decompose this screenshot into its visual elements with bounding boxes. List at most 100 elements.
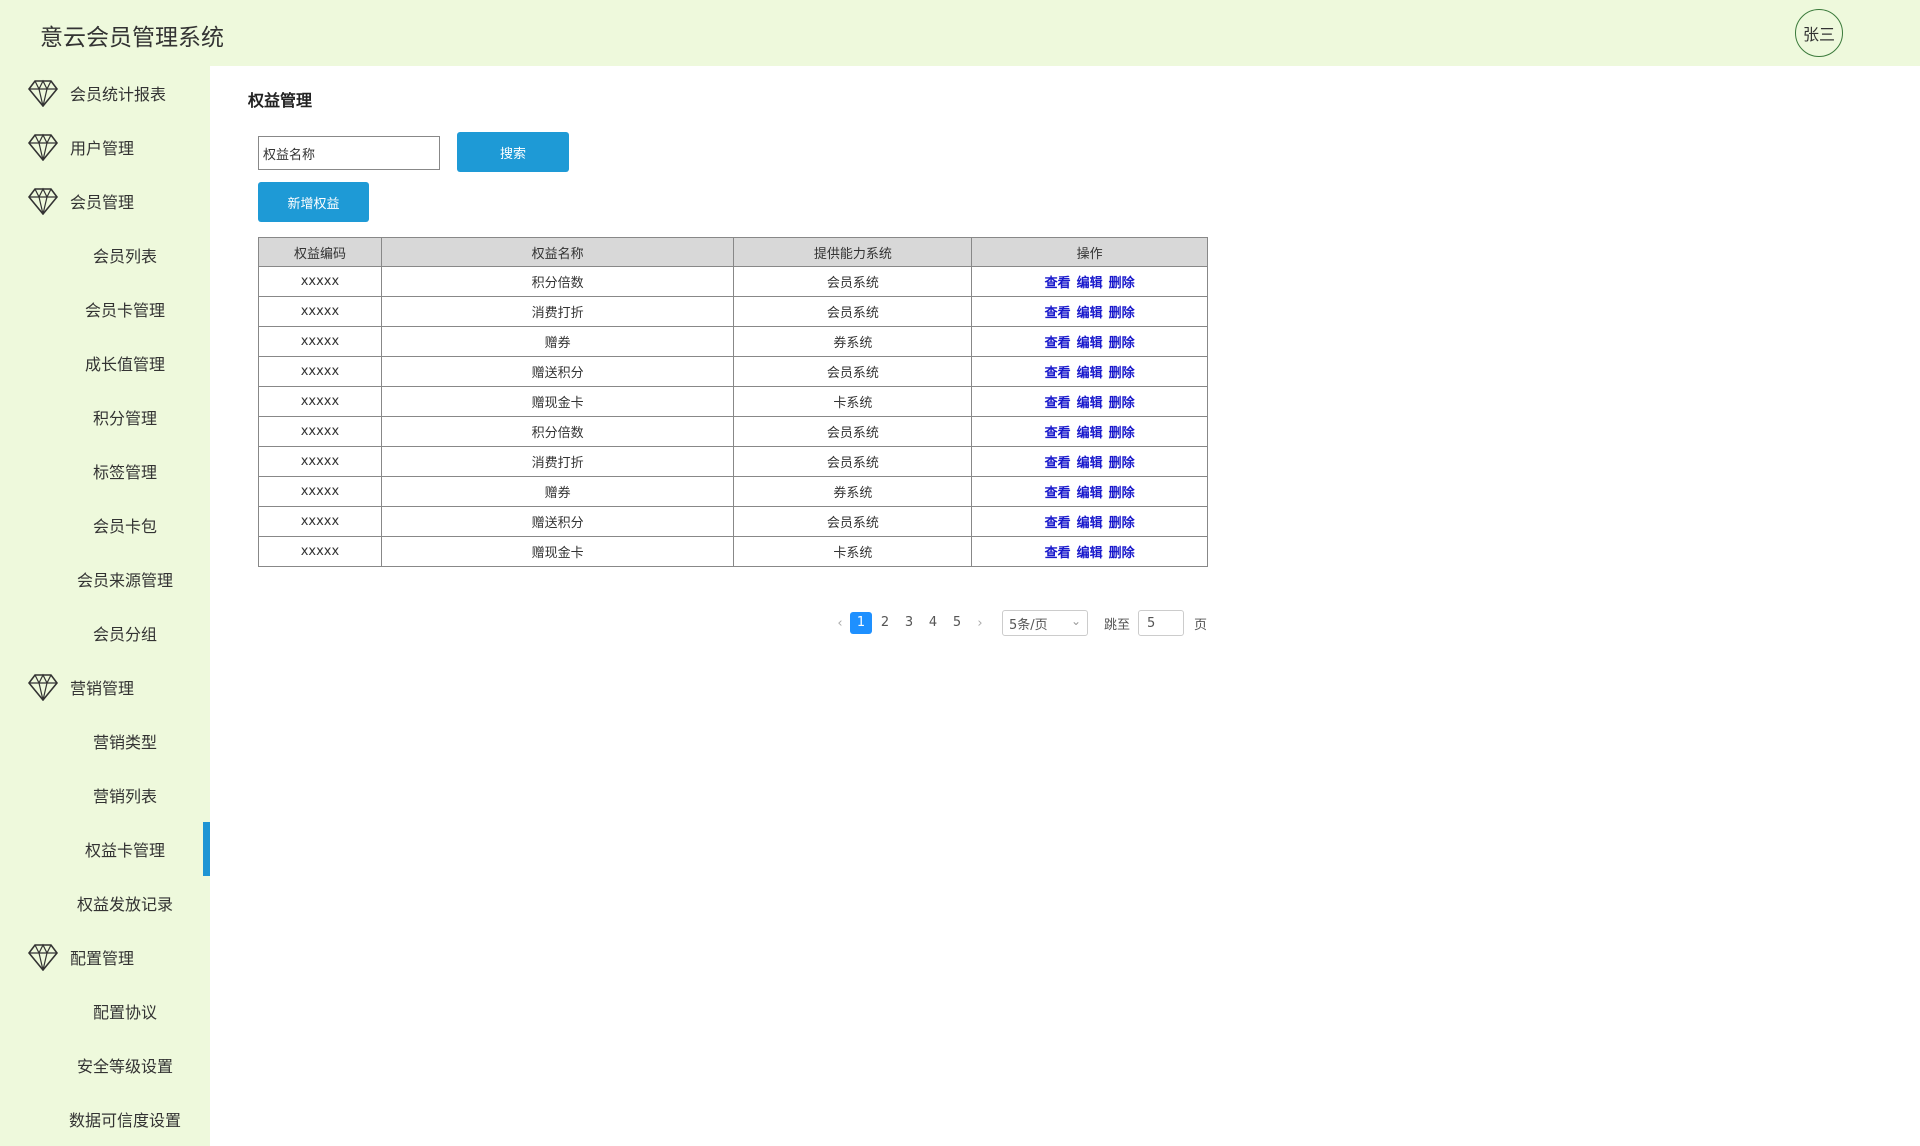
edit-link[interactable]: 编辑 (1077, 306, 1103, 321)
delete-link[interactable]: 删除 (1109, 516, 1135, 531)
sidebar-item[interactable]: 安全等级设置 (0, 1038, 210, 1092)
table-cell: xxxxx (258, 326, 382, 357)
search-input[interactable] (258, 136, 440, 170)
delete-link[interactable]: 删除 (1109, 366, 1135, 381)
page-size-select[interactable]: 5条/页 ⌄ (1002, 610, 1088, 636)
sidebar-item[interactable]: 会员卡包 (0, 498, 210, 552)
sidebar-item[interactable]: 会员列表 (0, 228, 210, 282)
sidebar-item-label: 会员统计报表 (70, 85, 167, 104)
sidebar-item[interactable]: 营销列表 (0, 768, 210, 822)
table-header-row: 权益编码 权益名称 提供能力系统 操作 (258, 237, 1208, 267)
delete-link[interactable]: 删除 (1109, 486, 1135, 501)
view-link[interactable]: 查看 (1045, 486, 1071, 501)
table-cell: 会员系统 (733, 296, 973, 327)
edit-link[interactable]: 编辑 (1077, 486, 1103, 501)
delete-link[interactable]: 删除 (1109, 396, 1135, 411)
edit-link[interactable]: 编辑 (1077, 276, 1103, 291)
sidebar-item-label: 会员卡管理 (84, 301, 165, 320)
sidebar-item[interactable]: 会员卡管理 (0, 282, 210, 336)
sidebar-item-label: 数据可信度设置 (68, 1111, 181, 1130)
sidebar-item-label: 营销列表 (92, 787, 157, 806)
delete-link[interactable]: 删除 (1109, 546, 1135, 561)
view-link[interactable]: 查看 (1045, 456, 1071, 471)
main-content: 权益管理 搜索 新增权益 权益编码 权益名称 提供能力系统 操作 xxxxx积分… (210, 66, 1920, 1146)
sidebar: 会员统计报表用户管理会员管理会员列表会员卡管理成长值管理 积分管理 标签管理会员卡包… (0, 66, 210, 1146)
view-link[interactable]: 查看 (1045, 276, 1071, 291)
search-button[interactable]: 搜索 (457, 132, 569, 172)
edit-link[interactable]: 编辑 (1077, 366, 1103, 381)
sidebar-item-label: 会员卡包 (92, 517, 157, 536)
diamond-icon (27, 673, 59, 702)
page-number[interactable]: 3 (898, 612, 920, 634)
sidebar-item-label: 会员分组 (92, 625, 157, 644)
delete-link[interactable]: 删除 (1109, 456, 1135, 471)
table-cell: 会员系统 (733, 506, 973, 537)
sidebar-item[interactable]: 会员来源管理 (0, 552, 210, 606)
sidebar-item-label: 营销类型 (92, 733, 157, 752)
actions-cell: 查看 编辑 删除 (971, 416, 1208, 447)
edit-link[interactable]: 编辑 (1077, 396, 1103, 411)
user-avatar[interactable]: 张三 (1795, 9, 1843, 57)
edit-link[interactable]: 编辑 (1077, 456, 1103, 471)
sidebar-item[interactable]: 用户管理 (0, 120, 210, 174)
page-size-value: 5条/页 (1009, 617, 1048, 633)
delete-link[interactable]: 删除 (1109, 426, 1135, 441)
top-header: 意云会员管理系统 张三 (0, 0, 1920, 66)
sidebar-item[interactable]: 配置协议 (0, 984, 210, 1038)
next-page-icon[interactable]: › (970, 616, 990, 631)
page-number[interactable]: 4 (922, 612, 944, 634)
sidebar-item[interactable]: 数据可信度设置 (0, 1092, 210, 1146)
table-row: xxxxx 消费打折 会员系统 查看 编辑 删除 (258, 296, 1208, 327)
sidebar-item[interactable]: 标签管理 (0, 444, 210, 498)
table-cell: 会员系统 (733, 266, 973, 297)
view-link[interactable]: 查看 (1045, 336, 1071, 351)
view-link[interactable]: 查看 (1045, 546, 1071, 561)
edit-link[interactable]: 编辑 (1077, 426, 1103, 441)
view-link[interactable]: 查看 (1045, 426, 1071, 441)
table-cell: 会员系统 (733, 416, 973, 447)
edit-link[interactable]: 编辑 (1077, 546, 1103, 561)
edit-link[interactable]: 编辑 (1077, 336, 1103, 351)
sidebar-item[interactable]: 会员统计报表 (0, 66, 210, 120)
sidebar-item-label: 会员列表 (92, 247, 157, 266)
page-number[interactable]: 1 (850, 612, 872, 634)
sidebar-item-label: 会员管理 (70, 193, 135, 212)
table-cell: xxxxx (258, 386, 382, 417)
goto-page-input[interactable] (1138, 610, 1185, 636)
add-benefit-button[interactable]: 新增权益 (258, 182, 369, 222)
delete-link[interactable]: 删除 (1109, 336, 1135, 351)
sidebar-item[interactable]: 会员分组 (0, 606, 210, 660)
prev-page-icon[interactable]: ‹ (830, 616, 850, 631)
diamond-icon (27, 187, 59, 216)
sidebar-item[interactable]: 营销类型 (0, 714, 210, 768)
table-row: xxxxx 赠现金卡 卡系统 查看 编辑 删除 (258, 386, 1208, 417)
table-cell: 会员系统 (733, 446, 973, 477)
table-row: xxxxx 积分倍数 会员系统 查看 编辑 删除 (258, 266, 1208, 297)
delete-link[interactable]: 删除 (1109, 306, 1135, 321)
table-cell: 赠券 (380, 326, 735, 357)
sidebar-item[interactable]: 积分管理 (0, 390, 210, 444)
page-title: 权益管理 (248, 91, 313, 110)
sidebar-item[interactable]: 成长值管理 (0, 336, 210, 390)
sidebar-item[interactable]: 配置管理 (0, 930, 210, 984)
view-link[interactable]: 查看 (1045, 366, 1071, 381)
view-link[interactable]: 查看 (1045, 306, 1071, 321)
table-cell: 消费打折 (380, 296, 735, 327)
table-row: xxxxx 赠送积分 会员系统 查看 编辑 删除 (258, 356, 1208, 387)
sidebar-item-label: 配置协议 (92, 1003, 157, 1022)
goto-unit: 页 (1194, 617, 1208, 633)
page-number[interactable]: 2 (874, 612, 896, 634)
delete-link[interactable]: 删除 (1109, 276, 1135, 291)
page-number[interactable]: 5 (946, 612, 968, 634)
sidebar-item[interactable]: 权益发放记录 (0, 876, 210, 930)
actions-cell: 查看 编辑 删除 (971, 386, 1208, 417)
sidebar-item[interactable]: 营销管理 (0, 660, 210, 714)
sidebar-item[interactable]: 会员管理 (0, 174, 210, 228)
sidebar-item[interactable]: 权益卡管理 (0, 822, 210, 876)
diamond-icon (27, 79, 59, 108)
edit-link[interactable]: 编辑 (1077, 516, 1103, 531)
view-link[interactable]: 查看 (1045, 516, 1071, 531)
table-row: xxxxx 赠现金卡 卡系统 查看 编辑 删除 (258, 536, 1208, 567)
sidebar-item-label: 权益卡管理 (84, 841, 165, 860)
view-link[interactable]: 查看 (1045, 396, 1071, 411)
